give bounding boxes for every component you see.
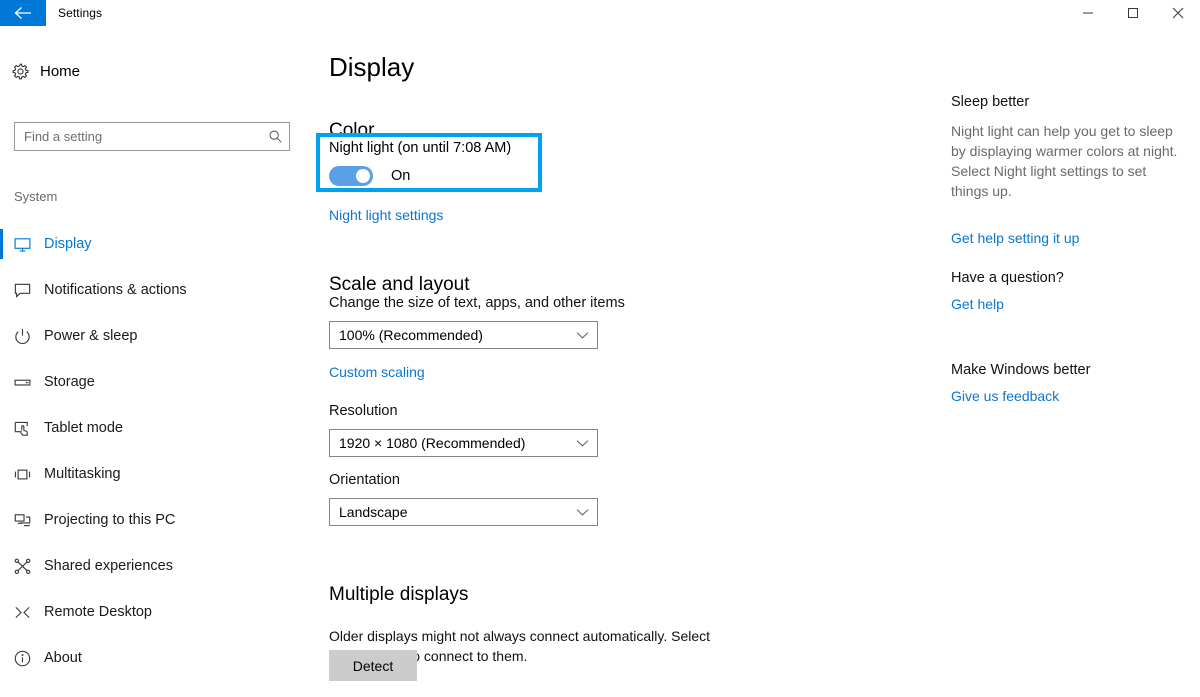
maximize-button[interactable] — [1110, 0, 1155, 26]
night-light-settings-link[interactable]: Night light settings — [329, 207, 443, 223]
toggle-knob — [356, 169, 370, 183]
sidebar-item-storage[interactable]: Storage — [0, 359, 315, 405]
selection-indicator — [0, 229, 3, 259]
close-button[interactable] — [1155, 0, 1200, 26]
search-input[interactable] — [15, 128, 261, 145]
help-heading-have-a-question: Have a question? — [951, 270, 1064, 286]
night-light-toggle-row: On — [329, 166, 410, 186]
main-content: Display Color Night light (on until 7:08… — [315, 26, 935, 697]
sidebar-item-display[interactable]: Display — [0, 221, 315, 267]
sidebar-item-home[interactable]: Home — [0, 52, 300, 90]
scale-field-label: Change the size of text, apps, and other… — [329, 295, 625, 311]
help-body-sleep-better: Night light can help you get to sleep by… — [951, 123, 1178, 199]
sidebar-home-label: Home — [40, 62, 81, 80]
sidebar-item-label: Shared experiences — [44, 558, 173, 574]
multiple-displays-heading: Multiple displays — [329, 584, 469, 605]
maximize-icon — [1127, 7, 1139, 19]
night-light-label: Night light (on until 7:08 AM) — [329, 140, 512, 156]
help-heading-sleep-better: Sleep better — [951, 94, 1030, 110]
tablet-touch-icon — [0, 419, 44, 438]
orientation-field-label: Orientation — [329, 472, 400, 488]
selection-indicator — [0, 413, 3, 443]
sidebar-item-power-and-sleep[interactable]: Power & sleep — [0, 313, 315, 359]
close-icon — [1172, 7, 1184, 19]
orientation-dropdown-value: Landscape — [339, 504, 408, 520]
power-icon — [0, 327, 44, 346]
give-us-feedback-link[interactable]: Give us feedback — [951, 388, 1059, 404]
selection-indicator — [0, 321, 3, 351]
scale-and-layout-heading: Scale and layout — [329, 274, 470, 295]
selection-indicator — [0, 505, 3, 535]
help-heading-make-windows-better: Make Windows better — [951, 362, 1091, 378]
sidebar-item-label: Power & sleep — [44, 328, 138, 344]
project-screens-icon — [0, 511, 44, 530]
sidebar-nav-list: Display Notifications & actions Power & … — [0, 221, 315, 681]
multitask-icon — [0, 465, 44, 484]
minimize-icon — [1082, 7, 1094, 19]
gear-icon — [0, 62, 40, 81]
chevron-down-icon — [567, 508, 597, 517]
sidebar: Home System — [0, 26, 315, 697]
chevron-down-icon — [567, 439, 597, 448]
sidebar-item-label: Display — [44, 236, 92, 252]
sidebar-item-shared-experiences[interactable]: Shared experiences — [0, 543, 315, 589]
remote-desktop-icon — [0, 603, 44, 622]
selection-indicator — [0, 643, 3, 673]
share-nodes-icon — [0, 557, 44, 576]
selection-indicator — [0, 275, 3, 305]
sidebar-item-tablet-mode[interactable]: Tablet mode — [0, 405, 315, 451]
selection-indicator — [0, 597, 3, 627]
sidebar-item-notifications-and-actions[interactable]: Notifications & actions — [0, 267, 315, 313]
sidebar-item-multitasking[interactable]: Multitasking — [0, 451, 315, 497]
get-help-link[interactable]: Get help — [951, 296, 1004, 312]
resolution-dropdown-value: 1920 × 1080 (Recommended) — [339, 435, 526, 451]
page-title: Display — [329, 52, 415, 82]
sidebar-item-label: Multitasking — [44, 466, 121, 482]
info-circle-icon — [0, 649, 44, 668]
minimize-button[interactable] — [1065, 0, 1110, 26]
night-light-toggle[interactable] — [329, 166, 373, 186]
sidebar-item-about[interactable]: About — [0, 635, 315, 681]
speech-bubble-icon — [0, 281, 44, 300]
sidebar-item-label: Tablet mode — [44, 420, 123, 436]
selection-indicator — [0, 459, 3, 489]
scale-dropdown[interactable]: 100% (Recommended) — [329, 321, 598, 349]
window-title: Settings — [58, 6, 103, 20]
window-controls — [1065, 0, 1200, 26]
help-pane: Sleep better Night light can help you ge… — [935, 26, 1200, 697]
get-help-setting-it-up-link[interactable]: Get help setting it up — [951, 230, 1079, 246]
back-button[interactable] — [0, 0, 46, 26]
drive-icon — [0, 373, 44, 392]
search-icon — [261, 129, 289, 144]
resolution-dropdown[interactable]: 1920 × 1080 (Recommended) — [329, 429, 598, 457]
back-arrow-icon — [14, 6, 32, 20]
sidebar-item-label: About — [44, 650, 82, 666]
scale-dropdown-value: 100% (Recommended) — [339, 327, 483, 343]
sidebar-item-remote-desktop[interactable]: Remote Desktop — [0, 589, 315, 635]
sidebar-item-label: Notifications & actions — [44, 282, 187, 298]
search-box[interactable] — [14, 122, 290, 151]
night-light-toggle-state: On — [391, 168, 411, 184]
resolution-field-label: Resolution — [329, 403, 398, 419]
detect-button[interactable]: Detect — [329, 650, 417, 681]
selection-indicator — [0, 551, 3, 581]
chevron-down-icon — [567, 331, 597, 340]
selection-indicator — [0, 367, 3, 397]
monitor-icon — [0, 235, 44, 254]
custom-scaling-link[interactable]: Custom scaling — [329, 364, 425, 380]
sidebar-item-label: Storage — [44, 374, 95, 390]
sidebar-item-projecting-to-this-pc[interactable]: Projecting to this PC — [0, 497, 315, 543]
orientation-dropdown[interactable]: Landscape — [329, 498, 598, 526]
title-bar: Settings — [0, 0, 1200, 26]
sidebar-item-label: Projecting to this PC — [44, 512, 176, 528]
sidebar-section-title: System — [14, 189, 58, 204]
sidebar-item-label: Remote Desktop — [44, 604, 152, 620]
